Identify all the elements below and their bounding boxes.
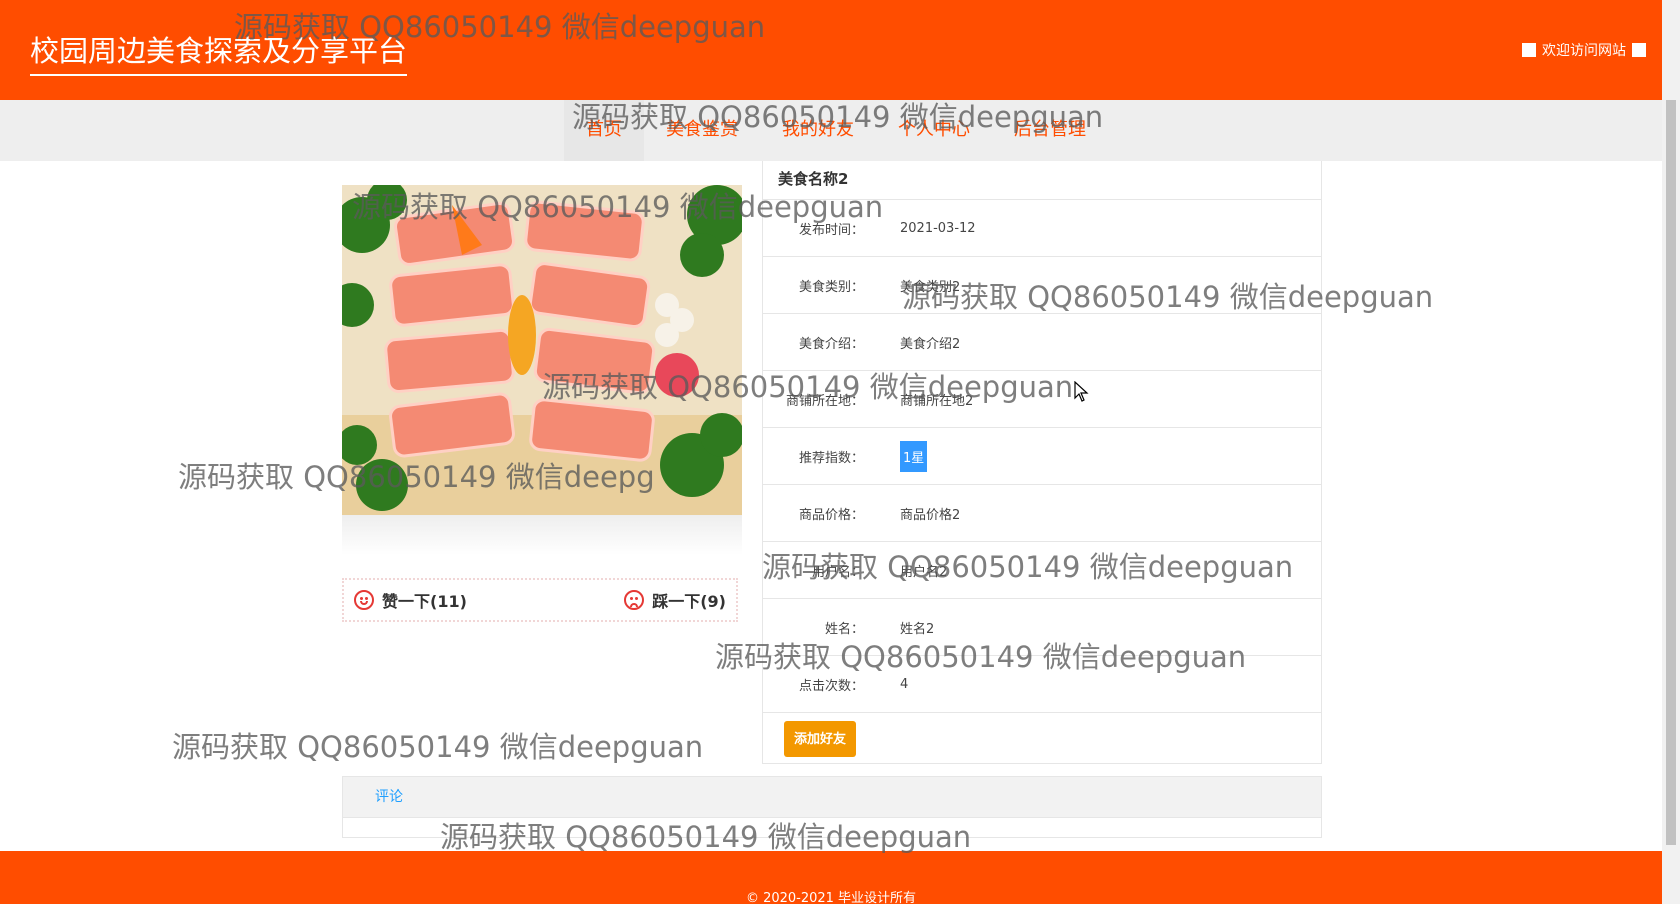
nav-item-home[interactable]: 首页	[564, 100, 644, 161]
image-reflection	[342, 515, 742, 555]
detail-row-shop-location: 商铺所在地： 商铺所在地2	[763, 371, 1321, 428]
field-label: 美食类别：	[798, 279, 864, 295]
detail-row-click-count: 点击次数： 4	[763, 656, 1321, 713]
site-footer: © 2020-2021 毕业设计所有	[0, 851, 1662, 906]
rating-value-wrap: 1星	[900, 440, 928, 472]
frown-icon	[624, 590, 645, 610]
field-value: 2021-03-12	[900, 220, 976, 236]
field-label: 用户名：	[811, 564, 864, 580]
copyright-text: © 2020-2021 毕业设计所有	[745, 891, 917, 906]
field-label: 商铺所在地：	[785, 393, 864, 409]
comment-section: 评论	[342, 776, 1322, 838]
star-rating-badge: 1星	[900, 440, 928, 472]
field-value: 美食介绍2	[900, 336, 961, 352]
detail-row-category: 美食类别： 美食类别2	[763, 257, 1321, 314]
site-title[interactable]: 校园周边美食探索及分享平台	[30, 28, 408, 76]
field-label: 推荐指数：	[798, 450, 864, 466]
field-value: 商品价格2	[900, 507, 961, 523]
nav-item-food-appreciation[interactable]: 美食鉴赏	[644, 100, 760, 161]
tab-comment[interactable]: 评论	[343, 777, 1321, 818]
nav-item-personal-center[interactable]: 个人中心	[876, 100, 992, 161]
field-label: 发布时间：	[798, 222, 864, 238]
vote-bar: 赞一下(11) 踩一下(9)	[342, 578, 738, 622]
smile-icon	[354, 590, 374, 610]
detail-row-username: 用户名： 用户名2	[763, 542, 1321, 599]
field-label: 姓名：	[824, 621, 864, 637]
mouse-cursor-icon	[1074, 380, 1090, 407]
field-label: 美食介绍：	[798, 336, 864, 352]
food-detail-panel: 美食名称2 发布时间： 2021-03-12 美食类别： 美食类别2 美食介绍：…	[762, 161, 1322, 764]
detail-row-rating: 推荐指数： 1星	[763, 428, 1321, 485]
square-icon	[1632, 43, 1646, 57]
action-row: 添加好友	[763, 713, 1321, 765]
field-label: 点击次数：	[798, 678, 864, 694]
main-nav: 首页 美食鉴赏 我的好友 个人中心 后台管理	[0, 100, 1662, 161]
detail-row-intro: 美食介绍： 美食介绍2	[763, 314, 1321, 371]
dislike-button[interactable]: 踩一下(9)	[624, 588, 726, 612]
site-header: 校园周边美食探索及分享平台 欢迎访问网站	[0, 0, 1662, 100]
detail-row-price: 商品价格： 商品价格2	[763, 485, 1321, 542]
field-value: 姓名2	[900, 621, 935, 637]
food-image	[342, 185, 742, 515]
watermark: 源码获取 QQ86050149 微信deepguan	[172, 730, 704, 764]
field-value: 4	[900, 676, 909, 692]
field-value: 美食类别2	[900, 279, 961, 295]
field-value: 商铺所在地2	[900, 393, 974, 409]
add-friend-button[interactable]: 添加好友	[784, 721, 857, 757]
like-button[interactable]: 赞一下(11)	[354, 588, 467, 612]
nav-item-admin[interactable]: 后台管理	[992, 100, 1108, 161]
field-value: 用户名2	[900, 564, 948, 580]
detail-row-publish-time: 发布时间： 2021-03-12	[763, 200, 1321, 257]
page-scrollbar[interactable]	[1662, 0, 1680, 904]
food-name: 美食名称2	[763, 161, 1321, 200]
field-label: 商品价格：	[798, 507, 864, 523]
like-label: 赞一下(11)	[382, 592, 467, 611]
square-icon	[1522, 43, 1536, 57]
scrollbar-thumb[interactable]	[1666, 100, 1676, 845]
detail-row-name: 姓名： 姓名2	[763, 599, 1321, 656]
nav-item-my-friends[interactable]: 我的好友	[760, 100, 876, 161]
nav-list: 首页 美食鉴赏 我的好友 个人中心 后台管理	[564, 100, 1108, 161]
dislike-label: 踩一下(9)	[652, 592, 726, 611]
welcome-text: 欢迎访问网站	[1542, 43, 1626, 59]
welcome-bar: 欢迎访问网站	[1522, 40, 1646, 60]
